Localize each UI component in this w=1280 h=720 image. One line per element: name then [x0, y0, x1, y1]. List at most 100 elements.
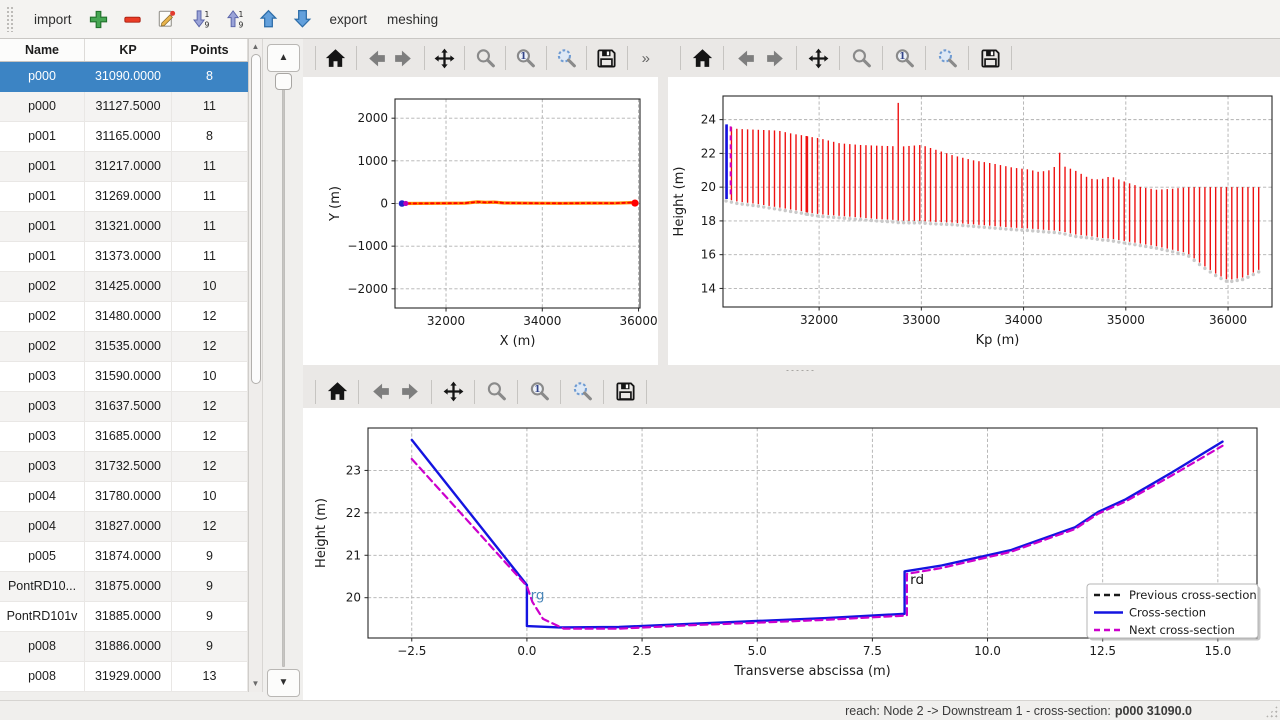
nav-save-button[interactable] — [975, 43, 1005, 73]
export-button[interactable]: export — [320, 6, 378, 33]
toolbar-overflow-button[interactable]: » — [634, 50, 658, 67]
cross-section-plot-canvas[interactable]: −2.50.02.55.07.510.012.515.020212223Tran… — [303, 408, 1280, 700]
scrollbar-up-icon[interactable]: ▲ — [249, 40, 262, 53]
profile-plot: 3200033000340003500036000141618202224Kp … — [668, 77, 1280, 365]
nav-zoom-one-button[interactable]: 1 — [512, 43, 540, 73]
nav-zoom-fit-button[interactable] — [567, 377, 597, 407]
cell-name: PontRD101v — [0, 602, 85, 632]
table-row[interactable]: p00231480.000012 — [0, 302, 248, 332]
table-row[interactable]: p00331590.000010 — [0, 362, 248, 392]
add-button[interactable] — [82, 4, 116, 34]
zoom-icon — [850, 47, 873, 70]
svg-text:Cross-section: Cross-section — [1129, 606, 1206, 620]
nav-zoom-button[interactable] — [846, 43, 876, 73]
nav-home-button[interactable] — [322, 377, 352, 407]
xsection-plot: −2.50.02.55.07.510.012.515.020212223Tran… — [303, 408, 1280, 700]
table-header-kp[interactable]: KP — [85, 39, 172, 61]
nav-back-button[interactable] — [365, 377, 395, 407]
sort-descending-button[interactable]: 19 — [184, 4, 218, 34]
nav-zoom-one-button[interactable]: 1 — [889, 43, 919, 73]
cell-kp: 31373.0000 — [85, 242, 172, 272]
plan-view-panel: 1» 320003400036000−2000−1000010002000X (… — [303, 39, 658, 365]
nav-pan-button[interactable] — [431, 43, 459, 73]
table-row[interactable]: p00831929.000013 — [0, 662, 248, 692]
svg-text:1000: 1000 — [357, 154, 388, 168]
section-slider-handle[interactable] — [275, 73, 292, 90]
nav-back-button[interactable] — [730, 43, 760, 73]
table-row[interactable]: p00831886.00009 — [0, 632, 248, 662]
nav-pan-button[interactable] — [803, 43, 833, 73]
cell-points: 9 — [172, 572, 248, 602]
nav-home-button[interactable] — [687, 43, 717, 73]
cell-points: 12 — [172, 422, 248, 452]
nav-home-button[interactable] — [322, 43, 350, 73]
table-row[interactable]: p00231535.000012 — [0, 332, 248, 362]
table-row[interactable]: p00331732.500012 — [0, 452, 248, 482]
profile-plot-canvas[interactable]: 3200033000340003500036000141618202224Kp … — [668, 77, 1280, 365]
nav-save-button[interactable] — [610, 377, 640, 407]
table-header-name[interactable]: Name — [0, 39, 85, 61]
table-row[interactable]: p00431780.000010 — [0, 482, 248, 512]
plan-plot-canvas[interactable]: 320003400036000−2000−1000010002000X (m)Y… — [303, 77, 658, 365]
table-row[interactable]: p00131217.000011 — [0, 152, 248, 182]
nav-zoom-fit-button[interactable] — [932, 43, 962, 73]
nav-pan-button[interactable] — [438, 377, 468, 407]
table-row[interactable]: p00331685.000012 — [0, 422, 248, 452]
table-row[interactable]: p00131269.000011 — [0, 182, 248, 212]
nav-back-button[interactable] — [363, 43, 391, 73]
table-scrollbar[interactable]: ▲ ▼ — [249, 39, 263, 692]
edit-button[interactable] — [150, 4, 184, 34]
table-row[interactable]: p00331637.500012 — [0, 392, 248, 422]
table-row[interactable]: p00531874.00009 — [0, 542, 248, 572]
nav-save-button[interactable] — [593, 43, 621, 73]
cell-points: 13 — [172, 662, 248, 692]
table-row[interactable]: p00031090.00008 — [0, 62, 248, 92]
toolbar-separator — [627, 46, 628, 70]
nav-zoom-button[interactable] — [471, 43, 499, 73]
move-down-button[interactable] — [286, 4, 320, 34]
forward-icon — [399, 380, 422, 403]
cell-name: p001 — [0, 152, 85, 182]
table-row[interactable]: p00431827.000012 — [0, 512, 248, 542]
toolbar-separator — [1011, 46, 1012, 70]
scrollbar-down-icon[interactable]: ▼ — [249, 677, 262, 690]
cell-name: p000 — [0, 92, 85, 122]
table-row[interactable]: p00131165.00008 — [0, 122, 248, 152]
vertical-splitter[interactable] — [658, 39, 668, 365]
cell-points: 9 — [172, 632, 248, 662]
cell-points: 11 — [172, 152, 248, 182]
table-row[interactable]: PontRD10...31875.00009 — [0, 572, 248, 602]
scrollbar-thumb[interactable] — [251, 54, 261, 384]
table-row[interactable]: PontRD101v31885.00009 — [0, 602, 248, 632]
import-button[interactable]: import — [24, 6, 82, 33]
cell-points: 9 — [172, 602, 248, 632]
move-up-button[interactable] — [252, 4, 286, 34]
remove-button[interactable] — [116, 4, 150, 34]
table-row[interactable]: p00231425.000010 — [0, 272, 248, 302]
table-header-points[interactable]: Points — [172, 39, 248, 61]
splitter-grip[interactable] — [785, 369, 815, 372]
toolbar-drag-handle[interactable] — [6, 6, 14, 32]
svg-text:20: 20 — [346, 591, 361, 605]
nav-forward-button[interactable] — [395, 377, 425, 407]
next-section-button[interactable]: ▼ — [267, 669, 300, 697]
table-row[interactable]: p00131373.000011 — [0, 242, 248, 272]
table-row[interactable]: p00131321.000011 — [0, 212, 248, 242]
nav-forward-button[interactable] — [760, 43, 790, 73]
nav-zoom-button[interactable] — [481, 377, 511, 407]
plan-nav-toolbar: 1» — [303, 39, 658, 77]
nav-zoom-one-button[interactable]: 1 — [524, 377, 554, 407]
horizontal-splitter[interactable] — [303, 365, 1280, 375]
nav-forward-button[interactable] — [390, 43, 418, 73]
cell-name: p001 — [0, 122, 85, 152]
previous-section-button[interactable]: ▲ — [267, 44, 300, 72]
svg-text:−2000: −2000 — [347, 282, 388, 296]
section-navigator: ▲ ▼ — [263, 39, 303, 700]
sort-ascending-button[interactable]: 19 — [218, 4, 252, 34]
table-row[interactable]: p00031127.500011 — [0, 92, 248, 122]
nav-zoom-fit-button[interactable] — [552, 43, 580, 73]
svg-text:−2.5: −2.5 — [397, 644, 426, 658]
section-slider-track[interactable] — [282, 79, 285, 667]
meshing-button[interactable]: meshing — [377, 6, 448, 33]
cell-points: 11 — [172, 212, 248, 242]
